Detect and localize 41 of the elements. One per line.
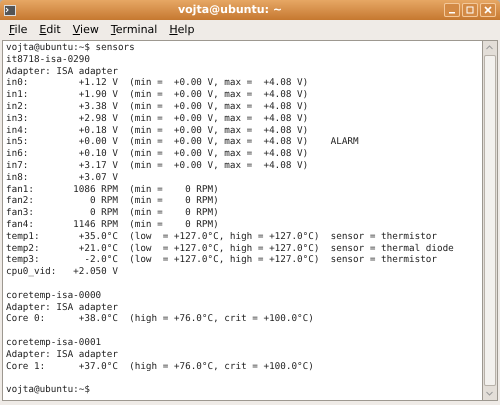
terminal-line: fan4: 1146 RPM (min = 0 RPM) [6, 218, 219, 231]
maximize-icon [466, 6, 474, 14]
terminal-line: temp1: +35.0°C (low = +127.0°C, high = +127.0°C) sensor = thermistor [6, 230, 437, 243]
close-button[interactable] [480, 3, 496, 17]
terminal-line: Adapter: ISA adapter [6, 348, 118, 361]
terminal-line: cpu0_vid: +2.050 V [6, 266, 118, 278]
menu-item[interactable]: Edit [34, 22, 66, 38]
terminal-line: Adapter: ISA adapter [6, 66, 118, 78]
terminal-line: Adapter: ISA adapter [6, 302, 118, 314]
terminal-line: fan3: 0 RPM (min = 0 RPM) [6, 207, 219, 219]
menu-item[interactable]: Terminal [106, 22, 162, 38]
terminal-line: in5: +0.00 V (min = +0.00 V, max = +4.08 V) ALARM [6, 136, 359, 148]
terminal-line: in8: +3.07 V [6, 172, 118, 184]
minimize-button[interactable] [444, 3, 460, 17]
close-icon [484, 6, 492, 14]
terminal-line: coretemp-isa-0000 [6, 290, 102, 302]
terminal-line: temp3: -2.0°C (low = +127.0°C, high = +127.0°C) sensor = thermistor [6, 254, 437, 266]
terminal-icon [4, 4, 16, 16]
terminal-line: Core 0: +38.0°C (high = +76.0°C, crit = +100.0°C) [6, 313, 314, 326]
terminal-line: in1: +1.90 V (min = +0.00 V, max = +4.08 V) [6, 89, 308, 101]
window-title: vojta@ubuntu: ~ [178, 2, 282, 18]
scroll-thumb[interactable] [484, 55, 496, 386]
terminal-line: fan2: 0 RPM (min = 0 RPM) [6, 195, 219, 208]
terminal-line: coretemp-isa-0001 [6, 336, 102, 349]
menu-item[interactable]: Help [164, 22, 200, 38]
terminal-line: in3: +2.98 V (min = +0.00 V, max = +4.08 V) [6, 112, 308, 125]
terminal-line: in7: +3.17 V (min = +0.00 V, max = +4.08 V) [6, 160, 308, 172]
scrollbar[interactable] [483, 40, 498, 401]
menu-item[interactable]: View [68, 22, 104, 38]
terminal-line: Core 1: +37.0°C (high = +76.0°C, crit = +100.0°C) [6, 360, 314, 372]
terminal-line: in2: +3.38 V (min = +0.00 V, max = +4.08 V) [6, 100, 308, 113]
terminal-line: fan1: 1086 RPM (min = 0 RPM) [6, 184, 219, 196]
terminal-line: in4: +0.18 V (min = +0.00 V, max = +4.08 V) [6, 124, 308, 136]
terminal-line: temp2: +21.0°C (low = +127.0°C, high = +127.0°C) sensor = thermal diode [6, 242, 454, 254]
terminal-line: it8718-isa-0290 [6, 54, 90, 66]
maximize-button[interactable] [462, 3, 478, 17]
terminal-line: in6: +0.10 V (min = +0.00 V, max = +4.08 V) [6, 148, 308, 160]
terminal-line: vojta@ubuntu:~$ sensors [6, 42, 135, 54]
terminal-line: in0: +1.12 V (min = +0.00 V, max = +4.08 V) [6, 77, 308, 90]
terminal-line: vojta@ubuntu:~$ [6, 384, 90, 396]
menu-item[interactable]: File [4, 22, 32, 38]
